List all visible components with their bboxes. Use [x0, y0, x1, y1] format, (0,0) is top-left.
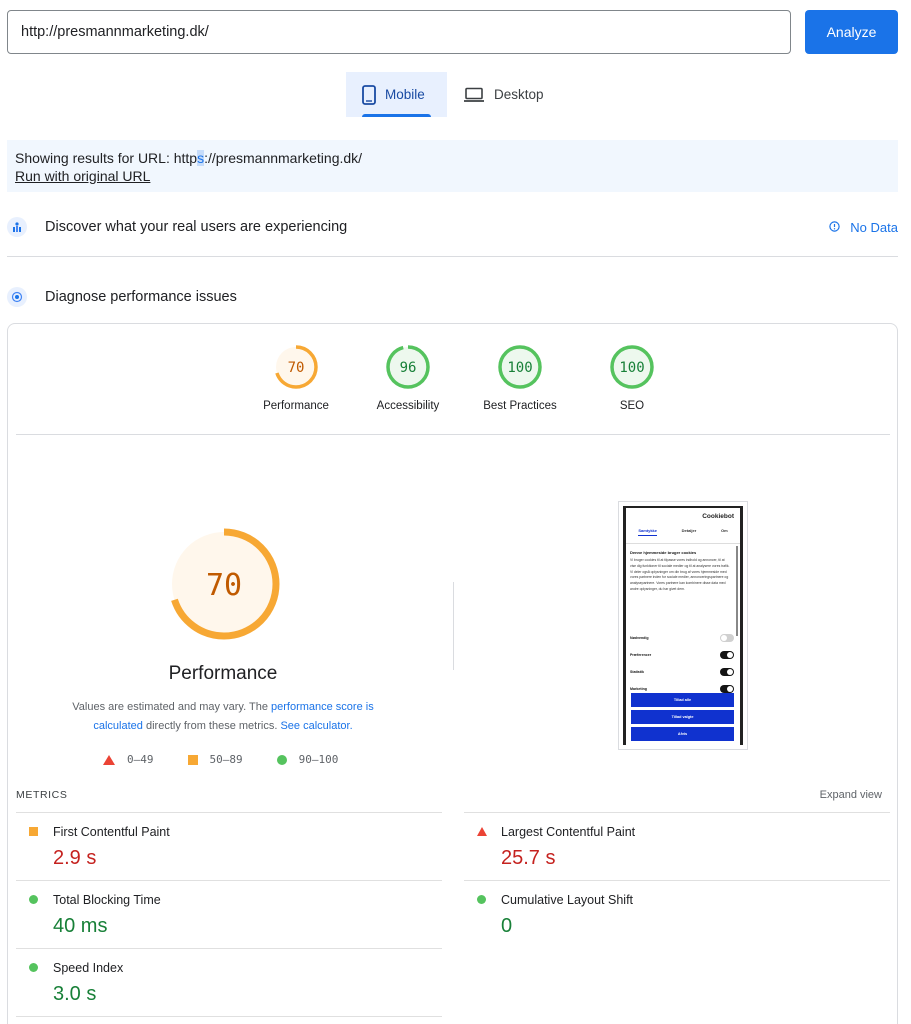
device-tabs: Mobile Desktop	[346, 72, 560, 117]
screenshot-toggle: Præferencer	[630, 651, 734, 659]
screenshot-text: Vi bruger cookies til at tilpasse vores …	[630, 558, 730, 591]
tab-mobile-label: Mobile	[385, 87, 425, 102]
gauge-ring: 96	[386, 345, 430, 389]
screenshot-heading: Denne hjemmeside bruger cookies	[630, 550, 697, 555]
metric-cumulative-layout-shift: Cumulative Layout Shift 0	[464, 880, 890, 948]
legend-pass: 90–100	[276, 753, 338, 766]
see-calculator-link[interactable]: See calculator.	[280, 720, 352, 732]
metric-value: 40 ms	[53, 915, 108, 937]
url-info-box: Showing results for URL: https://presman…	[7, 140, 898, 192]
info-icon	[829, 220, 840, 235]
showing-results-text: Showing results for URL: https://presman…	[15, 150, 363, 166]
metric-total-blocking-time: Total Blocking Time 40 ms	[16, 880, 442, 948]
screenshot-content: Cookiebot Samtykke Detaljer Om Denne hjemm…	[623, 506, 743, 745]
square-icon	[187, 754, 198, 765]
circle-icon	[477, 895, 486, 904]
gauge-label: Best Practices	[483, 400, 557, 412]
page-screenshot-thumbnail[interactable]: Cookiebot Samtykke Detaljer Om Denne hjemm…	[618, 501, 748, 750]
performance-score-value: 70	[206, 568, 242, 603]
performance-gauge-large: 70	[168, 528, 280, 640]
legend-average: 50–89	[187, 753, 243, 766]
circle-icon	[276, 754, 287, 765]
gauge-best-practices[interactable]: 100 Best Practices	[464, 344, 576, 412]
screenshot-divider	[626, 543, 740, 544]
gauge-seo[interactable]: 100 SEO	[576, 344, 688, 412]
users-icon	[7, 217, 27, 237]
score-gauges: 70 Performance 96 Accessibility 100 Best…	[240, 344, 688, 412]
metric-first-contentful-paint: First Contentful Paint 2.9 s	[16, 812, 442, 880]
run-original-url-link[interactable]: Run with original URL	[15, 168, 150, 184]
real-users-title: Discover what your real users are experi…	[45, 219, 348, 235]
screenshot-toggle: Nødvendig	[630, 634, 734, 642]
gauge-ring: 100	[610, 345, 654, 389]
gauge-label: Performance	[263, 400, 329, 412]
triangle-icon	[477, 827, 487, 836]
square-icon	[29, 827, 38, 836]
score-legend: 0–49 50–89 90–100	[103, 753, 372, 766]
screenshot-button: Tillad valgte	[631, 710, 734, 724]
screenshot-fade	[626, 600, 740, 622]
gauge-ring: 100	[498, 345, 542, 389]
gauge-label: Accessibility	[376, 400, 440, 412]
screenshot-logo: Cookiebot	[702, 513, 734, 520]
metric-label: Speed Index	[53, 961, 124, 975]
tab-desktop[interactable]: Desktop	[447, 72, 560, 117]
metric-label: First Contentful Paint	[53, 825, 170, 839]
screenshot-scrollbar	[736, 546, 738, 636]
real-users-section[interactable]: Discover what your real users are experi…	[7, 217, 898, 237]
diagnose-icon	[7, 287, 27, 307]
no-data-label: No Data	[850, 219, 898, 235]
url-input[interactable]	[7, 10, 791, 54]
metric-largest-contentful-paint: Largest Contentful Paint 25.7 s	[464, 812, 890, 880]
metric-value: 2.9 s	[53, 847, 97, 869]
metric-value: 3.0 s	[53, 983, 97, 1005]
vertical-separator	[453, 582, 454, 670]
gauge-performance[interactable]: 70 Performance	[240, 344, 352, 412]
tab-desktop-label: Desktop	[494, 87, 544, 102]
screenshot-toggle: Marketing	[630, 685, 734, 693]
gauge-score: 100	[619, 360, 644, 376]
circle-icon	[29, 963, 38, 972]
gauges-divider	[16, 434, 890, 435]
diagnose-title: Diagnose performance issues	[45, 289, 237, 305]
metric-label: Cumulative Layout Shift	[501, 893, 634, 907]
circle-icon	[29, 895, 38, 904]
section-divider	[7, 256, 898, 257]
screenshot-button: Tillad alle	[631, 693, 734, 707]
analyze-button[interactable]: Analyze	[805, 10, 898, 54]
metric-label: Largest Contentful Paint	[501, 825, 636, 839]
legend-fail: 0–49	[103, 753, 154, 766]
screenshot-tabs: Samtykke Detaljer Om	[626, 528, 740, 536]
gauge-label: SEO	[619, 400, 645, 412]
metric-speed-index: Speed Index 3.0 s	[16, 948, 442, 1016]
tab-mobile[interactable]: Mobile	[346, 72, 447, 117]
no-data-status[interactable]: No Data	[829, 220, 898, 235]
metrics-bottom-divider	[16, 1016, 442, 1017]
gauge-score: 96	[400, 360, 417, 376]
laptop-icon	[463, 87, 485, 103]
gauge-score: 100	[507, 360, 532, 376]
performance-description: Values are estimated and may vary. The p…	[72, 701, 374, 732]
triangle-icon	[103, 754, 115, 765]
phone-icon	[362, 84, 376, 105]
gauge-score: 70	[288, 360, 305, 376]
expand-view-toggle[interactable]: Expand view	[820, 789, 882, 801]
performance-title: Performance	[168, 663, 278, 684]
screenshot-button: Afvis	[631, 727, 734, 741]
metric-value: 25.7 s	[501, 847, 556, 869]
metrics-heading: METRICS	[16, 789, 68, 801]
gauge-ring: 70	[274, 345, 318, 389]
diagnose-section: Diagnose performance issues	[7, 287, 898, 307]
gauge-accessibility[interactable]: 96 Accessibility	[352, 344, 464, 412]
metric-label: Total Blocking Time	[53, 893, 161, 907]
metric-value: 0	[501, 915, 513, 937]
screenshot-toggle: Statistik	[630, 668, 734, 676]
